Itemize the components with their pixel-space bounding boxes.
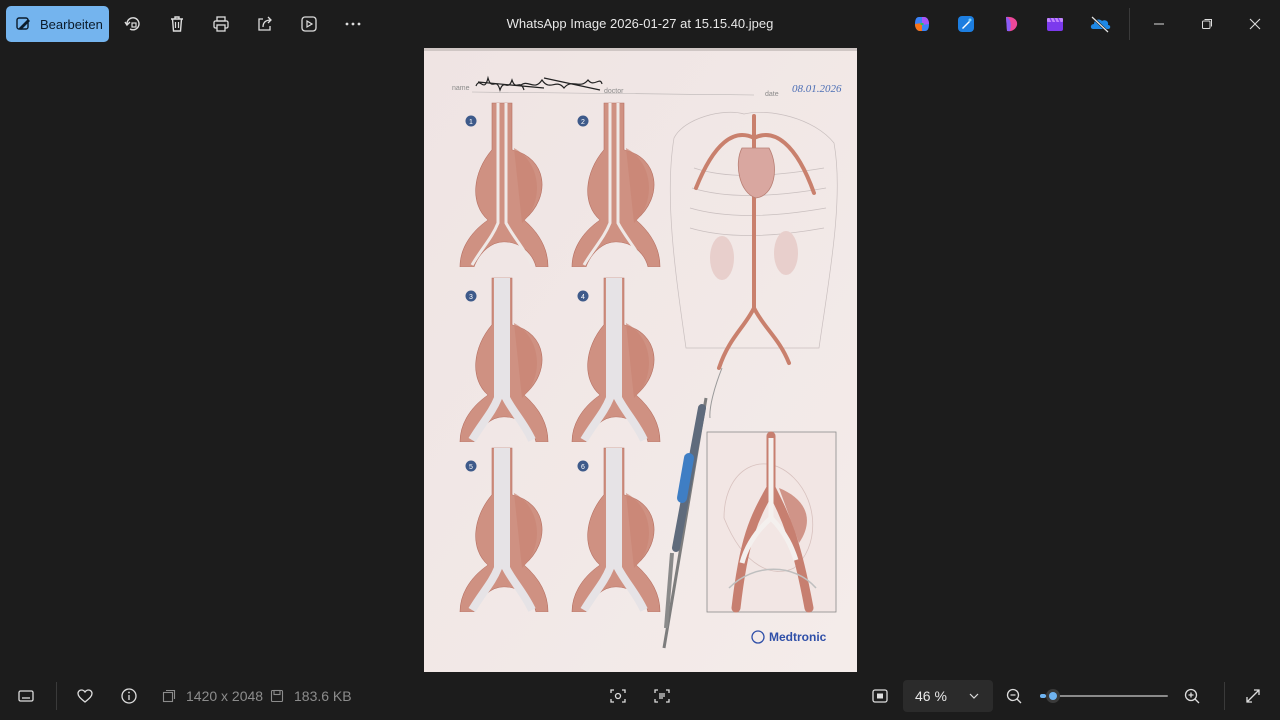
step-number: 4 xyxy=(581,294,585,301)
zoom-level-dropdown[interactable]: 46 % xyxy=(903,680,993,712)
image-viewer[interactable]: name doctor date 08.01.2026 1 2 3 4 5 6 Medtr… xyxy=(0,48,1280,672)
designer-icon[interactable] xyxy=(956,14,976,34)
print-icon[interactable] xyxy=(209,12,233,36)
inset-diagram xyxy=(706,431,837,613)
edit-button-label: Bearbeiten xyxy=(40,16,103,32)
edit-image-icon xyxy=(15,15,33,33)
medical-diagram: name doctor date 08.01.2026 1 2 3 4 5 6 Me… xyxy=(424,48,857,672)
file-size: 183.6 KB xyxy=(270,688,352,704)
fullscreen-icon[interactable] xyxy=(1241,684,1265,708)
fit-to-window-icon[interactable] xyxy=(868,684,892,708)
zoom-in-icon[interactable] xyxy=(1180,684,1204,708)
info-icon[interactable] xyxy=(117,684,141,708)
text-scan-icon[interactable] xyxy=(650,684,674,708)
date-label: date xyxy=(765,91,779,98)
dimensions-icon xyxy=(162,689,176,703)
copilot-icon[interactable] xyxy=(912,14,932,34)
bottom-separator-right xyxy=(1224,682,1225,710)
zoom-slider-thumb[interactable] xyxy=(1046,689,1061,703)
step-number: 2 xyxy=(581,119,585,126)
bottom-separator xyxy=(56,682,57,710)
step-number: 1 xyxy=(469,119,473,126)
bottom-toolbar: 1420 x 2048 183.6 KB 46 % xyxy=(0,672,1280,720)
zoom-level-text: 46 % xyxy=(915,688,947,704)
step-number: 6 xyxy=(581,464,585,471)
slideshow-icon[interactable] xyxy=(297,12,321,36)
save-disk-icon xyxy=(270,689,284,703)
visual-search-icon[interactable] xyxy=(606,684,630,708)
trash-icon[interactable] xyxy=(165,12,189,36)
filesize-text: 183.6 KB xyxy=(294,688,352,704)
brand-text: Medtronic xyxy=(769,630,827,644)
filmstrip-icon[interactable] xyxy=(14,684,38,708)
zoom-slider[interactable] xyxy=(1040,689,1170,703)
window-controls-separator xyxy=(1129,8,1130,40)
rotate-icon[interactable] xyxy=(121,12,145,36)
favorite-icon[interactable] xyxy=(73,684,97,708)
image-dimensions: 1420 x 2048 xyxy=(162,688,263,704)
chevron-down-icon xyxy=(967,689,981,703)
onedrive-icon[interactable] xyxy=(1089,14,1111,34)
minimize-icon[interactable] xyxy=(1145,10,1173,38)
step-number: 5 xyxy=(469,464,473,471)
top-toolbar: Bearbeiten WhatsApp Image 2026-01-27 at … xyxy=(0,0,1280,48)
zoom-out-icon[interactable] xyxy=(1002,684,1026,708)
clipchamp-icon[interactable] xyxy=(1045,14,1065,34)
paint-icon[interactable] xyxy=(1001,14,1021,34)
file-title: WhatsApp Image 2026-01-27 at 15.15.40.jp… xyxy=(506,16,774,31)
doctor-label: doctor xyxy=(604,88,624,95)
more-icon[interactable] xyxy=(341,12,365,36)
edit-button[interactable]: Bearbeiten xyxy=(6,6,109,42)
share-icon[interactable] xyxy=(253,12,277,36)
name-label: name xyxy=(452,85,470,92)
displayed-photo[interactable]: name doctor date 08.01.2026 1 2 3 4 5 6 Medtr… xyxy=(424,48,857,672)
close-icon[interactable] xyxy=(1241,10,1269,38)
dimensions-text: 1420 x 2048 xyxy=(186,688,264,704)
step-number: 3 xyxy=(469,294,473,301)
date-value: 08.01.2026 xyxy=(792,83,842,95)
restore-icon[interactable] xyxy=(1193,10,1221,38)
